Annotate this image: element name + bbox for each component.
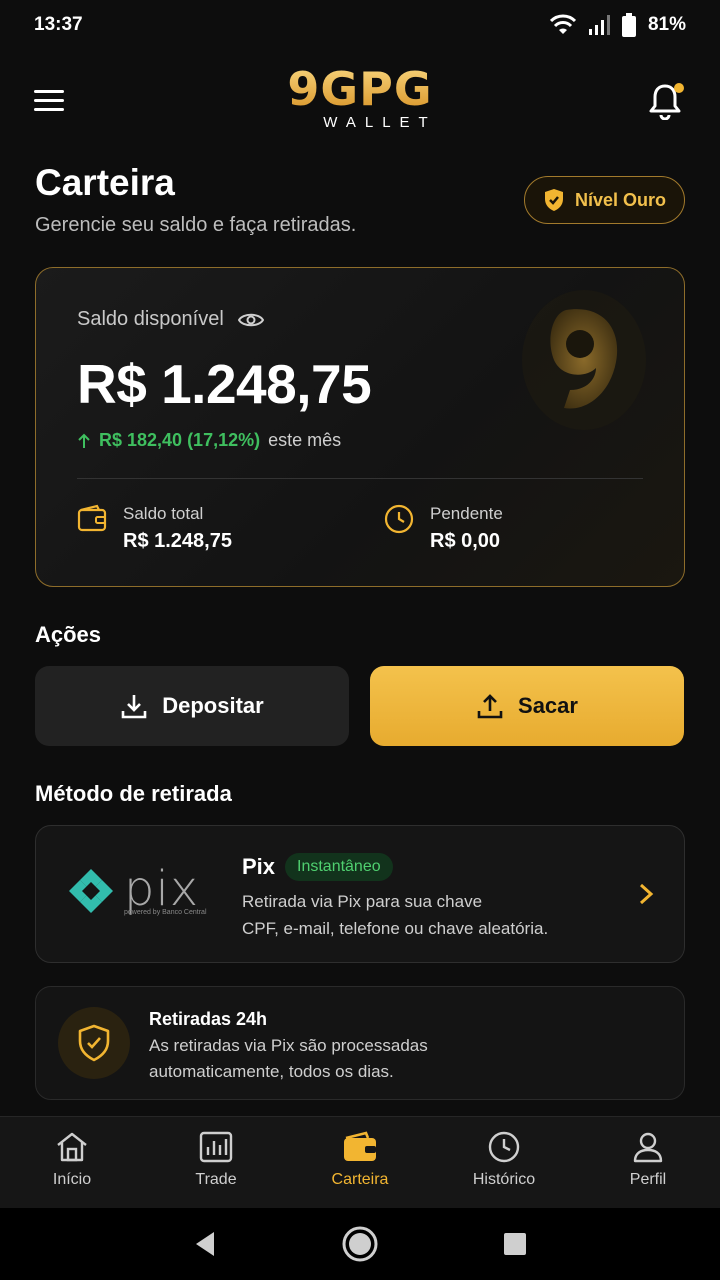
status-bar: 13:37 81% (0, 0, 720, 50)
nav-label: Carteira (331, 1171, 389, 1188)
available-balance-value: R$ 1.248,75 (77, 353, 372, 415)
nav-label: Trade (195, 1171, 237, 1188)
chevron-right-icon (639, 883, 654, 905)
pix-method-card[interactable]: pix powered by Banco Central Pix Instant… (35, 825, 685, 963)
back-icon[interactable] (192, 1230, 218, 1258)
total-balance-value: R$ 1.248,75 (123, 530, 232, 552)
pending-value: R$ 0,00 (430, 530, 501, 552)
pix-desc-line: Retirada via Pix para sua chave (242, 892, 483, 911)
home-icon (57, 1132, 87, 1162)
notification-dot (674, 83, 684, 93)
notifications-button[interactable] (648, 82, 686, 121)
logo-sub: WALLET (323, 114, 437, 131)
shield-check-icon (544, 189, 563, 211)
level-badge[interactable]: Nível Ouro (523, 176, 685, 224)
app-logo: 9GPG WALLET (0, 66, 720, 131)
download-icon (121, 695, 147, 719)
level-badge-label: Nível Ouro (574, 189, 666, 210)
total-balance-label: Saldo total (123, 504, 204, 523)
signal-icon (588, 15, 610, 35)
info-desc-line: As retiradas via Pix são processadas (149, 1036, 428, 1055)
shield-check-icon (78, 1024, 110, 1062)
withdraw-label: Sacar (518, 693, 578, 718)
page-title: Carteira (35, 162, 175, 203)
user-icon (633, 1132, 663, 1163)
actions-title: Ações (35, 622, 102, 647)
arrow-up-icon (78, 433, 90, 448)
top-bar: 9GPG WALLET (0, 60, 720, 140)
nav-label: Perfil (629, 1171, 667, 1188)
instant-badge: Instantâneo (285, 853, 393, 881)
info-icon-circle (58, 1007, 130, 1079)
withdraw-method-title: Método de retirada (35, 781, 232, 806)
withdraw-button[interactable]: Sacar (370, 666, 684, 746)
balance-change: R$ 182,40 (17,12%) este mês (77, 430, 341, 451)
available-balance-label: Saldo disponível (77, 308, 264, 331)
logo-main: 9GPG (0, 66, 720, 112)
clock-icon (384, 504, 414, 534)
total-balance-stat: Saldo total R$ 1.248,75 (77, 504, 232, 553)
pix-method-name: Pix (242, 854, 276, 879)
info-desc-line: automaticamente, todos os dias. (149, 1062, 394, 1081)
wifi-icon (549, 14, 576, 34)
balance-change-period: este mês (268, 430, 342, 450)
available-balance-text: Saldo disponível (77, 308, 224, 330)
pix-icon (69, 869, 113, 913)
bottom-nav: Início Trade Carteira Histórico Perfil (0, 1116, 720, 1208)
chart-icon (199, 1131, 233, 1163)
balance-card: Saldo disponível R$ 1.248,75 R$ 182,40 (… (35, 267, 685, 587)
withdraw-24h-info: Retiradas 24h As retiradas via Pix são p… (35, 986, 685, 1100)
upload-icon (477, 694, 503, 719)
page-subtitle: Gerencie seu saldo e faça retiradas. (35, 214, 357, 236)
recents-icon[interactable] (502, 1231, 528, 1257)
nav-label: Histórico (472, 1171, 536, 1188)
pix-method-description: Retirada via Pix para sua chave CPF, e-m… (242, 888, 602, 942)
status-icons: 81% (549, 13, 686, 37)
nav-item-historico[interactable]: Histórico (432, 1117, 576, 1208)
balance-change-value: R$ 182,40 (17,12%) (99, 430, 261, 450)
nav-item-perfil[interactable]: Perfil (576, 1117, 720, 1208)
info-title: Retiradas 24h (149, 1009, 268, 1029)
status-time: 13:37 (34, 14, 83, 35)
brand-emblem-icon (522, 290, 646, 430)
deposit-button[interactable]: Depositar (35, 666, 349, 746)
home-circle-icon[interactable] (341, 1225, 379, 1263)
deposit-label: Depositar (162, 693, 264, 718)
nav-label: Início (52, 1171, 92, 1188)
clock-icon (488, 1131, 520, 1163)
pending-label: Pendente (430, 504, 503, 523)
wallet-icon (77, 504, 107, 532)
info-description: As retiradas via Pix são processadas aut… (149, 1033, 428, 1085)
pix-logo-word: pix (124, 860, 200, 917)
pix-logo-tagline: powered by Banco Central (124, 908, 207, 916)
pending-balance-stat: Pendente R$ 0,00 (384, 504, 503, 553)
nav-item-carteira[interactable]: Carteira (288, 1117, 432, 1208)
pix-logo: pix powered by Banco Central (66, 860, 207, 917)
system-nav-bar (0, 1208, 720, 1280)
nav-item-inicio[interactable]: Início (0, 1117, 144, 1208)
card-divider (77, 478, 643, 479)
battery-level: 81% (647, 14, 686, 35)
battery-icon (621, 13, 636, 37)
nav-item-trade[interactable]: Trade (144, 1117, 288, 1208)
wallet-icon (344, 1131, 376, 1161)
eye-icon[interactable] (237, 311, 264, 329)
pix-desc-line: CPF, e-mail, telefone ou chave aleatória… (242, 919, 549, 938)
